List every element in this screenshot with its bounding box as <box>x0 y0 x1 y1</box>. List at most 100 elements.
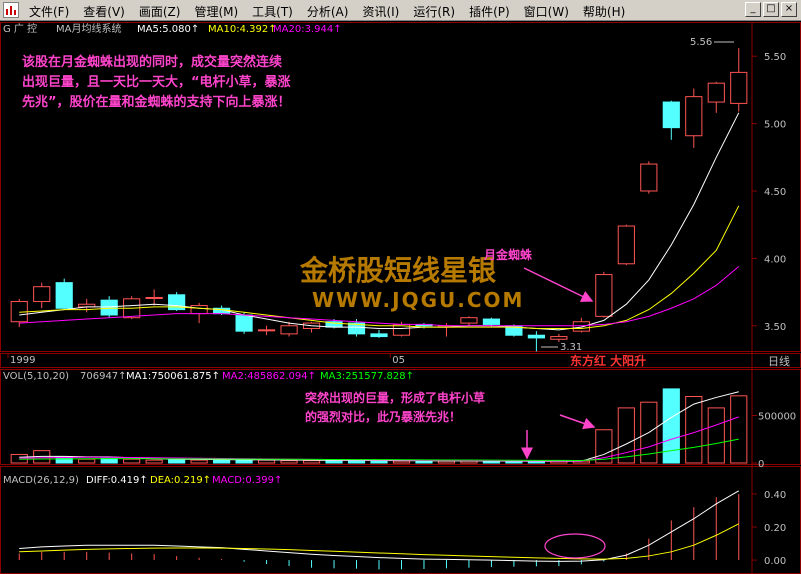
volume-bar <box>527 461 545 464</box>
vol-tick-label: 500000 <box>758 412 796 423</box>
macd-diff-line <box>19 490 740 562</box>
app-chart-icon[interactable] <box>3 2 19 18</box>
menu-bar: 文件(F) 查看(V) 画面(Z) 管理(M) 工具(T) 分析(A) 资讯(I) 运行(R)… <box>0 0 801 21</box>
volume-bar <box>505 461 523 464</box>
price-tick-label: 3.50 <box>764 322 786 333</box>
candle-body <box>640 163 658 192</box>
volume-bar <box>78 458 96 464</box>
macd-dea: DEA:0.219↑ <box>150 475 211 486</box>
candle-body <box>482 318 501 325</box>
low-price-label: 3.31 <box>560 342 582 353</box>
volume-bar <box>325 460 343 464</box>
menu-item[interactable]: 管理(M) <box>187 3 245 20</box>
macd-value: MACD:0.399↑ <box>212 475 282 486</box>
menu-item[interactable]: 运行(R) <box>406 3 462 20</box>
bottom-label: 东方红 大阳升 <box>570 353 646 368</box>
volume-bar <box>145 459 163 464</box>
volume-bar <box>685 396 703 464</box>
candle-body <box>662 101 680 129</box>
menu-item[interactable]: 文件(F) <box>22 3 76 20</box>
volume-bar <box>730 395 748 464</box>
menu-item[interactable]: 插件(P) <box>462 3 517 20</box>
indicator-system: MA月均线系统 <box>56 22 121 35</box>
high-price-label: 5.56 <box>690 37 712 48</box>
candle-body <box>100 299 118 316</box>
menu-item[interactable]: 查看(V) <box>76 3 132 20</box>
x-tick-label: 1999 <box>10 355 35 366</box>
menu-items: 文件(F) 查看(V) 画面(Z) 管理(M) 工具(T) 分析(A) 资讯(I) 运行(R)… <box>22 3 632 20</box>
vol-arrow-right <box>559 414 596 430</box>
window-controls: _ □ × <box>745 2 797 17</box>
vol-ma1: MA1:750061.875↑ <box>126 371 220 382</box>
ma20-readout: MA20:3.944↑ <box>273 24 342 35</box>
watermark-url: WWW.JQGU.COM <box>312 288 524 312</box>
volume-bar <box>123 458 141 464</box>
candle-body <box>280 325 298 335</box>
price-tick-label: 5.50 <box>764 52 786 63</box>
volume-bar <box>707 407 725 464</box>
vol-annotation-line-1: 突然出现的巨量，形成了电杆小草 <box>305 390 485 405</box>
x-tick-label: 05 <box>392 355 405 366</box>
price-tick-label: 4.50 <box>764 187 786 198</box>
maximize-button[interactable]: □ <box>763 2 779 17</box>
candle-body <box>370 333 388 338</box>
annotation-line-1: 该股在月金蜘蛛出现的同时，成交量突然连续 <box>22 54 282 70</box>
candle-body <box>235 314 253 332</box>
volume-bar <box>280 460 298 464</box>
candle-body <box>685 96 703 137</box>
macd-dea-line <box>19 523 739 560</box>
candle-body <box>707 82 725 103</box>
minimize-button[interactable]: _ <box>745 2 761 17</box>
macd-cross-highlight <box>544 533 606 559</box>
volume-bar <box>213 459 231 464</box>
watermark-chinese: 金桥股短线星银 <box>299 254 497 287</box>
macd-tick-label: 0.00 <box>764 556 786 567</box>
close-button[interactable]: × <box>781 2 797 17</box>
macd-diff: DIFF:0.419↑ <box>86 475 148 486</box>
ma10-readout: MA10:4.392↑ <box>208 24 277 35</box>
macd-title: MACD(26,12,9) <box>3 475 79 486</box>
candle-body <box>595 274 613 317</box>
menu-item[interactable]: 画面(Z) <box>132 3 188 20</box>
volume-bar <box>392 460 411 464</box>
menu-item[interactable]: 窗口(W) <box>517 3 576 20</box>
menu-item[interactable]: 工具(T) <box>245 3 300 20</box>
macd-pane: 0.40 0.20 0.00 <box>18 490 786 570</box>
candle-body <box>257 329 276 332</box>
volume-bar <box>415 460 433 464</box>
annotation-line-2: 出现巨量，且一天比一天大，“电杆小草，暴涨 <box>22 74 291 90</box>
menu-item[interactable]: 资讯(I) <box>355 3 406 20</box>
candle-body <box>55 282 73 309</box>
volume-bar <box>257 459 276 464</box>
macd-tick-label: 0.20 <box>764 523 786 534</box>
candle-body <box>190 305 208 315</box>
ma5-readout: MA5:5.080↑ <box>137 24 199 35</box>
macd-tick-label: 0.40 <box>764 490 786 501</box>
volume-bar <box>168 458 186 464</box>
candle-body <box>572 321 590 332</box>
stock-name: G 广 控 <box>3 22 37 35</box>
vol-ma2: MA2:485862.094↑ <box>222 371 316 382</box>
volume-bar <box>437 460 456 464</box>
menu-item[interactable]: 分析(A) <box>300 3 356 20</box>
vol-annotation-line-2: 的强烈对比，此乃暴涨先兆！ <box>305 409 461 424</box>
vol-title: VOL(5,10,20) <box>3 371 69 382</box>
vol-value: 706947↑ <box>80 371 127 382</box>
candle-body <box>460 317 478 324</box>
spider-label: 月金蜘蛛 <box>483 247 533 262</box>
price-tick-label: 5.00 <box>764 120 786 131</box>
candle-body <box>33 286 51 303</box>
volume-bar <box>302 460 321 464</box>
candle-body <box>527 334 545 339</box>
menu-item[interactable]: 帮助(H) <box>576 3 632 20</box>
candle-body <box>145 296 163 299</box>
price-tick-label: 4.00 <box>764 254 786 265</box>
volume-bar <box>190 459 208 464</box>
vol-ma3: MA3:251577.828↑ <box>320 371 414 382</box>
candle-body <box>550 336 568 340</box>
candle-body <box>617 225 635 265</box>
annotation-line-3: 先兆”，股价在量和金蜘蛛的支持下向上暴涨！ <box>22 94 291 110</box>
spider-arrow <box>523 267 594 302</box>
candle-body <box>730 71 748 104</box>
volume-bar <box>55 456 73 464</box>
